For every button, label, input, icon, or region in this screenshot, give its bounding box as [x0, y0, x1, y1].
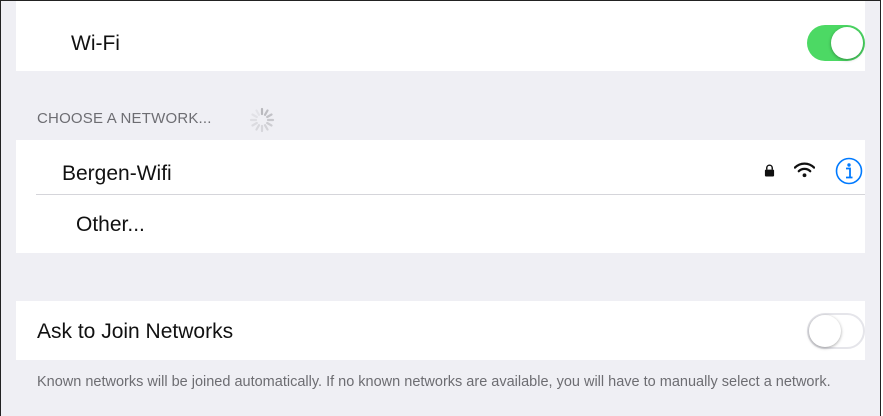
wifi-toggle-knob	[831, 27, 863, 59]
ask-to-join-group: Ask to Join Networks	[16, 301, 865, 360]
wifi-label: Wi-Fi	[71, 32, 120, 55]
wifi-toggle[interactable]	[807, 25, 865, 61]
ask-to-join-footer: Known networks will be joined automatica…	[37, 374, 831, 390]
network-row-bergen-wifi[interactable]: Bergen-Wifi	[16, 140, 865, 195]
ask-to-join-label: Ask to Join Networks	[37, 320, 234, 343]
wifi-signal-icon	[794, 162, 815, 178]
ask-to-join-row: Ask to Join Networks	[16, 301, 865, 360]
ask-to-join-toggle[interactable]	[807, 313, 865, 349]
network-list: Bergen-Wifi Other...	[16, 140, 865, 253]
wifi-group: Wi-Fi	[16, 1, 865, 71]
activity-spinner-icon	[249, 107, 275, 133]
lock-icon	[764, 164, 775, 177]
wifi-settings-screen: Wi-Fi CHOOSE A NETWORK... Bergen-Wifi Ot…	[0, 0, 881, 416]
ask-to-join-toggle-knob	[809, 315, 841, 347]
network-row-other[interactable]: Other...	[16, 195, 865, 253]
choose-network-header: CHOOSE A NETWORK...	[37, 110, 212, 127]
info-icon[interactable]	[835, 157, 863, 185]
other-network-label: Other...	[76, 213, 145, 236]
wifi-row: Wi-Fi	[16, 1, 865, 71]
network-name: Bergen-Wifi	[62, 162, 172, 185]
